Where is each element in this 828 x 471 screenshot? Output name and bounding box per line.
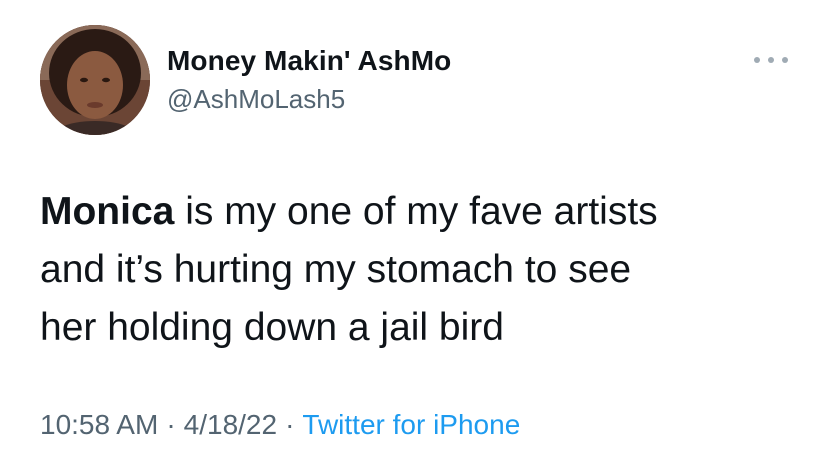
tweet-time[interactable]: 10:58 AM <box>40 409 158 440</box>
more-dot <box>782 57 788 63</box>
more-horizontal-icon[interactable] <box>754 50 788 70</box>
user-names: Money Makin' AshMo @AshMoLash5 <box>167 44 451 116</box>
separator: · <box>285 409 295 440</box>
tweet-meta: 10:58 AM · 4/18/22 · Twitter for iPhone <box>40 405 520 445</box>
avatar[interactable] <box>40 25 150 135</box>
user-handle[interactable]: @AshMoLash5 <box>167 82 451 116</box>
tweet-source-link[interactable]: Twitter for iPhone <box>302 409 520 440</box>
tweet-date[interactable]: 4/18/22 <box>184 409 277 440</box>
tweet-line: Monica is my one of my fave artists <box>40 183 800 241</box>
more-dot <box>768 57 774 63</box>
tweet-line-text: her holding down a jail bird <box>40 306 504 349</box>
separator: · <box>166 409 176 440</box>
bold-name: Monica <box>40 190 175 233</box>
tweet-line-text: is my one of my fave artists <box>174 190 658 233</box>
tweet-line-text: and it’s hurting my stomach to see <box>40 248 632 291</box>
tweet-card: Money Makin' AshMo @AshMoLash5 Monica is… <box>0 0 828 471</box>
more-dot <box>754 57 760 63</box>
tweet-line: and it’s hurting my stomach to see <box>40 241 800 299</box>
display-name[interactable]: Money Makin' AshMo <box>167 44 451 78</box>
tweet-text: Monica is my one of my fave artists and … <box>40 183 800 357</box>
tweet-line: her holding down a jail bird <box>40 299 800 357</box>
